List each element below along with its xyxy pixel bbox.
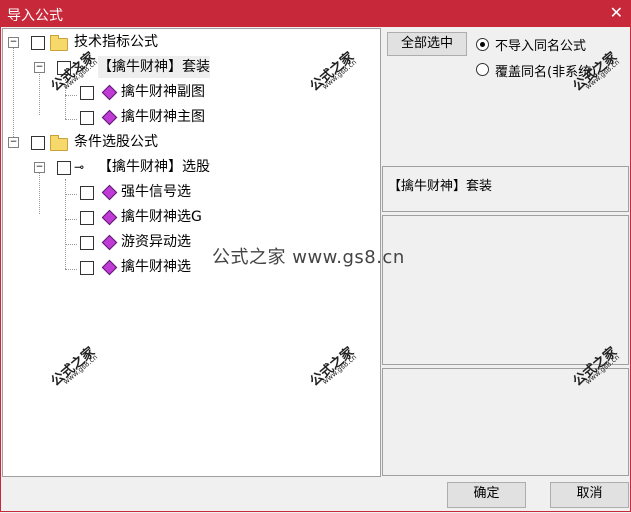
group-label: 条件选股公式 [74, 134, 158, 150]
tree-connector [65, 194, 77, 195]
tree-connector [65, 269, 77, 270]
window-title: 导入公式 [7, 8, 63, 24]
select-all-button[interactable]: 全部选中 [387, 32, 467, 56]
collapse-icon[interactable]: − [34, 162, 45, 173]
tree-connector [65, 219, 77, 220]
close-icon[interactable]: ✕ [610, 3, 623, 22]
tree-connector [39, 166, 40, 214]
formula-checkbox[interactable] [80, 186, 94, 200]
center-watermark: 公式之家 www.gs8.cn [212, 247, 405, 268]
selected-item-name: 【擒牛财神】套装 [388, 179, 493, 194]
group-checkbox[interactable] [31, 36, 45, 50]
tree-connector [65, 179, 66, 269]
formula-label: 游资异动选 [121, 234, 191, 250]
tree-connector [65, 244, 77, 245]
formula-diamond-icon [101, 209, 118, 226]
suite-checkbox[interactable] [57, 161, 71, 175]
formula-diamond-icon [101, 184, 118, 201]
skip-duplicates-label[interactable]: 不导入同名公式 [495, 35, 586, 54]
formula-label: 擒牛财神副图 [121, 84, 205, 100]
group-checkbox[interactable] [31, 136, 45, 150]
formula-diamond-icon [101, 259, 118, 276]
tree-connector [65, 119, 77, 120]
collapse-icon[interactable]: − [8, 137, 19, 148]
collapse-icon[interactable]: − [34, 62, 45, 73]
suite-label: 【擒牛财神】套装 [98, 56, 210, 78]
ok-button[interactable]: 确定 [447, 482, 526, 508]
tree-connector [65, 95, 77, 96]
formula-diamond-icon [101, 234, 118, 251]
description-panel [382, 215, 629, 365]
formula-diamond-icon [101, 84, 118, 101]
formula-checkbox[interactable] [80, 86, 94, 100]
folder-icon [50, 135, 68, 151]
title-bar: 导入公式 ✕ [0, 0, 631, 27]
formula-checkbox[interactable] [80, 111, 94, 125]
formula-checkbox[interactable] [80, 211, 94, 225]
key-icon: ⊸ [74, 160, 85, 174]
suite-label: 【擒牛财神】选股 [98, 159, 210, 175]
tree-connector [13, 41, 14, 141]
overwrite-duplicates-radio[interactable] [476, 63, 489, 76]
formula-label: 强牛信号选 [121, 184, 191, 200]
skip-duplicates-radio[interactable] [476, 38, 489, 51]
detail-panel [382, 368, 629, 476]
collapse-icon[interactable]: − [8, 37, 19, 48]
formula-label: 擒牛财神选G [121, 209, 202, 225]
formula-diamond-icon [101, 109, 118, 126]
formula-label: 擒牛财神主图 [121, 109, 205, 125]
cancel-button[interactable]: 取消 [550, 482, 629, 508]
tree-connector [39, 67, 40, 115]
formula-label: 擒牛财神选 [121, 259, 191, 275]
formula-checkbox[interactable] [80, 261, 94, 275]
folder-icon [50, 35, 68, 51]
formula-checkbox[interactable] [80, 236, 94, 250]
